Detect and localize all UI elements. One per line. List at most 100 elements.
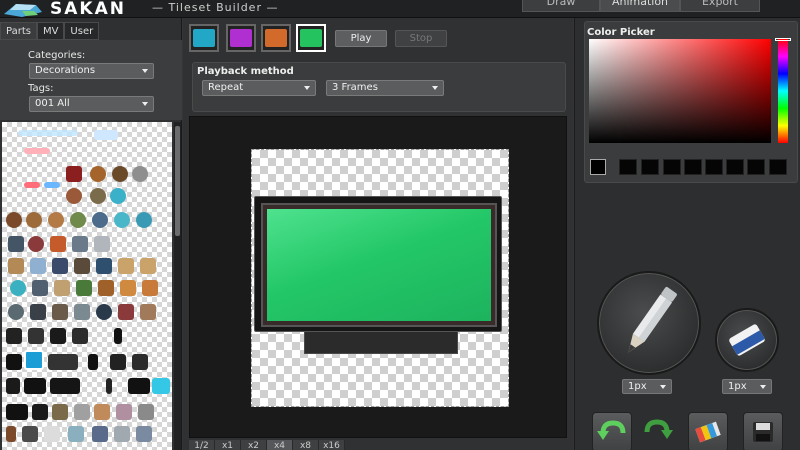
- tile-sprite[interactable]: [142, 280, 158, 296]
- hue-marker[interactable]: [775, 38, 791, 41]
- tile-sprite[interactable]: [118, 258, 134, 274]
- palette-swatch[interactable]: [663, 159, 681, 175]
- tile-sprite[interactable]: [44, 182, 60, 188]
- palette-swatch[interactable]: [619, 159, 637, 175]
- eraser-size-select[interactable]: 1px: [722, 379, 772, 394]
- palette-swatch[interactable]: [684, 159, 702, 175]
- palette-swatch[interactable]: [726, 159, 744, 175]
- tile-sprite[interactable]: [88, 354, 98, 370]
- tile-sprite[interactable]: [74, 404, 90, 420]
- tile-sprite[interactable]: [72, 236, 88, 252]
- tile-sprite[interactable]: [114, 328, 122, 344]
- animation-frame-3[interactable]: [261, 24, 291, 52]
- animation-frame-1[interactable]: [189, 24, 219, 52]
- tile-sprite[interactable]: [68, 426, 84, 442]
- tile-sprite[interactable]: [10, 280, 26, 296]
- tile-sprite[interactable]: [70, 212, 86, 228]
- tile-sprite[interactable]: [50, 328, 66, 344]
- tile-sprite[interactable]: [90, 166, 106, 182]
- tile-sprite[interactable]: [128, 378, 150, 394]
- tile-sprite[interactable]: [6, 354, 22, 370]
- tile-sprite[interactable]: [94, 404, 110, 420]
- tile-sprite[interactable]: [138, 404, 154, 420]
- tile-sprite[interactable]: [32, 280, 48, 296]
- hue-slider[interactable]: [778, 39, 788, 143]
- tile-sprite[interactable]: [110, 354, 126, 370]
- frame-count-select[interactable]: 3 Frames: [326, 80, 444, 96]
- stop-button[interactable]: Stop: [395, 30, 447, 47]
- tile-sprite[interactable]: [50, 378, 80, 394]
- animation-frame-2[interactable]: [226, 24, 256, 52]
- tab-parts[interactable]: Parts: [0, 22, 37, 40]
- tile-sprite[interactable]: [72, 328, 88, 344]
- zoom-x4[interactable]: x4: [267, 440, 293, 450]
- tile-sprite[interactable]: [94, 130, 118, 140]
- tile-sprite[interactable]: [52, 258, 68, 274]
- tile-sprite[interactable]: [136, 212, 152, 228]
- animation-frame-4[interactable]: [296, 24, 326, 52]
- saturation-value-field[interactable]: [589, 39, 771, 143]
- tile-sprite[interactable]: [132, 354, 148, 370]
- tile-sprite[interactable]: [120, 280, 136, 296]
- tile-sprite[interactable]: [28, 236, 44, 252]
- palette-button[interactable]: [688, 412, 728, 450]
- palette-swatch[interactable]: [747, 159, 765, 175]
- tile-sprite[interactable]: [74, 258, 90, 274]
- eraser-tool-button[interactable]: [715, 308, 779, 372]
- tile-sprite[interactable]: [140, 258, 156, 274]
- tile-sprite[interactable]: [90, 188, 106, 204]
- categories-select[interactable]: Decorations: [29, 63, 154, 79]
- tile-sprite[interactable]: [54, 280, 70, 296]
- tile-sprite[interactable]: [24, 148, 50, 154]
- palette-swatch[interactable]: [641, 159, 659, 175]
- tile-sprite[interactable]: [50, 236, 66, 252]
- mode-tab-animation[interactable]: Animation: [600, 0, 680, 12]
- mode-tab-draw[interactable]: Draw: [522, 0, 600, 12]
- tile-palette[interactable]: [2, 122, 172, 450]
- tile-sprite[interactable]: [48, 212, 64, 228]
- tile-sprite[interactable]: [132, 166, 148, 182]
- tile-sprite[interactable]: [106, 378, 112, 394]
- playback-method-select[interactable]: Repeat: [202, 80, 316, 96]
- tile-sprite[interactable]: [6, 378, 20, 394]
- tile-sprite[interactable]: [136, 426, 152, 442]
- palette-swatch[interactable]: [705, 159, 723, 175]
- tile-sprite[interactable]: [28, 328, 44, 344]
- tile-sprite[interactable]: [152, 378, 170, 394]
- tile-sprite[interactable]: [26, 212, 42, 228]
- tile-sprite[interactable]: [74, 304, 90, 320]
- tags-select[interactable]: 001 All: [29, 96, 154, 112]
- palette-scroll-thumb[interactable]: [175, 126, 180, 236]
- tile-sprite[interactable]: [110, 188, 126, 204]
- tile-sprite[interactable]: [8, 258, 24, 274]
- tile-sprite[interactable]: [18, 130, 78, 136]
- tile-sprite[interactable]: [24, 378, 46, 394]
- zoom-x8[interactable]: x8: [293, 440, 319, 450]
- play-button[interactable]: Play: [335, 30, 387, 47]
- tile-sprite[interactable]: [52, 404, 68, 420]
- tile-sprite[interactable]: [32, 404, 48, 420]
- tile-sprite[interactable]: [96, 258, 112, 274]
- zoom-half[interactable]: 1/2: [189, 440, 215, 450]
- mode-tab-export[interactable]: Export: [680, 0, 760, 12]
- tile-sprite[interactable]: [30, 304, 46, 320]
- tile-sprite[interactable]: [6, 328, 22, 344]
- tile-sprite[interactable]: [24, 182, 40, 188]
- pencil-size-select[interactable]: 1px: [622, 379, 672, 394]
- tile-sprite[interactable]: [8, 236, 24, 252]
- tile-sprite[interactable]: [94, 236, 110, 252]
- save-button[interactable]: [743, 412, 783, 450]
- tile-sprite[interactable]: [22, 426, 38, 442]
- tile-sprite[interactable]: [30, 258, 46, 274]
- zoom-x1[interactable]: x1: [215, 440, 241, 450]
- tab-mv[interactable]: MV: [36, 22, 65, 40]
- tile-sprite[interactable]: [96, 304, 112, 320]
- current-color-swatch[interactable]: [590, 159, 606, 175]
- tile-sprite[interactable]: [140, 304, 156, 320]
- tile-sprite[interactable]: [112, 166, 128, 182]
- tile-sprite[interactable]: [92, 426, 108, 442]
- tile-sprite[interactable]: [6, 212, 22, 228]
- zoom-x2[interactable]: x2: [241, 440, 267, 450]
- tile-sprite[interactable]: [114, 426, 130, 442]
- redo-button[interactable]: [639, 412, 679, 450]
